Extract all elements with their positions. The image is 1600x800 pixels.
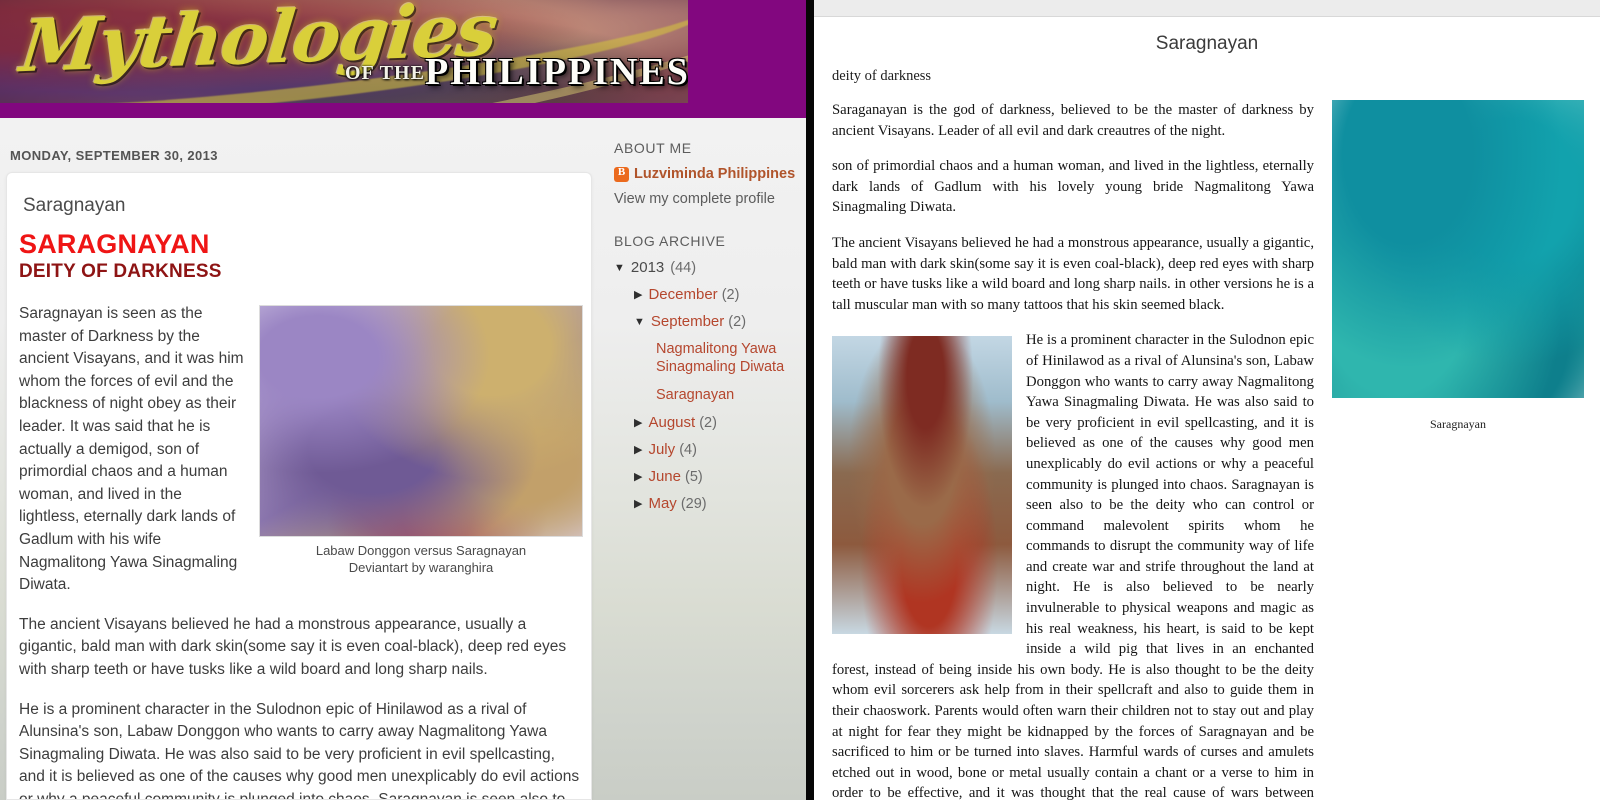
saragnayan-teal-warrior-image[interactable] <box>1332 100 1584 398</box>
author-row[interactable]: Luzviminda Philippines <box>614 166 800 182</box>
archive-month-label-september[interactable]: September <box>651 313 724 330</box>
blog-header-banner[interactable]: Mythologies OF THE PHILIPPINES <box>0 0 806 118</box>
chevron-right-icon-august[interactable]: ▶ <box>634 414 642 432</box>
archive-month-label-may[interactable]: May <box>648 495 676 512</box>
archive-month-count-december: (2) <box>721 287 740 303</box>
chevron-right-icon-may[interactable]: ▶ <box>634 495 642 513</box>
archive-month-count-july: (4) <box>679 442 697 458</box>
chevron-right-icon-july[interactable]: ▶ <box>634 441 642 459</box>
document-figure-right[interactable]: Saragnayan <box>1332 100 1584 435</box>
blogger-b-icon <box>614 166 629 182</box>
archive-year-count: (44) <box>670 260 697 276</box>
document-lower-block: He is a prominent character in the Sulod… <box>832 330 1314 800</box>
chevron-right-icon[interactable]: ▶ <box>634 286 642 304</box>
post-subheading: DEITY OF DARKNESS <box>19 261 222 282</box>
post-paragraph-3: He is a prominent character in the Sulod… <box>19 700 580 800</box>
document-body: Saragnayan deity of darkness Saragnayan … <box>814 18 1600 800</box>
archive-item-august[interactable]: ▶ August (2) <box>614 414 800 432</box>
archive-item-september[interactable]: ▼ September (2) <box>614 313 800 331</box>
document-subtitle: deity of darkness <box>832 68 932 84</box>
post-heading: SARAGNAYAN <box>19 229 210 259</box>
chevron-down-icon-september[interactable]: ▼ <box>634 313 645 331</box>
about-me-heading: ABOUT ME <box>614 140 692 156</box>
post-figure[interactable]: Labaw Donggon versus Saragnayan Devianta… <box>259 305 583 576</box>
document-panel: Saragnayan deity of darkness Saragnayan … <box>814 0 1600 800</box>
blog-archive-heading: BLOG ARCHIVE <box>614 233 726 249</box>
archive-month-label-december[interactable]: December <box>648 286 717 303</box>
document-figure-left[interactable] <box>832 336 1012 635</box>
view-profile-link[interactable]: View my complete profile <box>614 191 800 207</box>
post-card: Saragnayan SARAGNAYAN DEITY OF DARKNESS … <box>6 172 592 800</box>
archive-item-may[interactable]: ▶ May (29) <box>614 495 800 513</box>
blog-panel: Mythologies OF THE PHILIPPINES MONDAY, S… <box>0 0 806 800</box>
document-topbar <box>814 0 1600 17</box>
post-figure-caption: Labaw Donggon versus Saragnayan Devianta… <box>259 537 583 576</box>
archive-item-year[interactable]: ▼ 2013 (44) <box>614 259 800 277</box>
archive-item-june[interactable]: ▶ June (5) <box>614 468 800 486</box>
archive-month-count-september: (2) <box>728 314 747 330</box>
archive-year-label: 2013 <box>630 259 665 276</box>
banner-philippines-text: PHILIPPINES <box>425 51 688 93</box>
chevron-right-icon-june[interactable]: ▶ <box>634 468 642 486</box>
archive-item-december[interactable]: ▶ December (2) <box>614 286 800 304</box>
archive-month-label-august[interactable]: August <box>648 414 695 431</box>
document-title: Saragnayan <box>1155 33 1259 54</box>
archive-month-count-june: (5) <box>685 469 703 485</box>
archive-post-link-nagmalitong[interactable]: Nagmalitong Yawa Sinagmaling Diwata <box>614 340 800 376</box>
banner-collage-image: Mythologies OF THE PHILIPPINES <box>0 0 688 103</box>
banner-of-the-text: OF THE <box>345 62 425 84</box>
post-paragraph-2: The ancient Visayans believed he had a m… <box>19 615 567 678</box>
archive-item-july[interactable]: ▶ July (4) <box>614 441 800 459</box>
labaw-donggon-versus-saragnayan-image[interactable] <box>259 305 583 537</box>
post-label[interactable]: Saragnayan <box>23 195 125 217</box>
archive-post-link-saragnayan[interactable]: Saragnayan <box>614 386 800 404</box>
document-text-column: Saragnayan Saraganayan is the god of dar… <box>832 100 1584 800</box>
screenshot-root: Mythologies OF THE PHILIPPINES MONDAY, S… <box>0 0 1600 800</box>
archive-month-label-june[interactable]: June <box>648 468 681 485</box>
blog-sidebar: ABOUT ME Luzviminda Philippines View my … <box>614 140 800 522</box>
document-figure-right-caption: Saragnayan <box>1430 417 1486 431</box>
archive-month-count-august: (2) <box>699 415 717 431</box>
post-figure-caption-line2: Deviantart by waranghira <box>348 560 494 575</box>
archive-month-count-may: (29) <box>680 496 707 512</box>
archive-list: ▼ 2013 (44) ▶ December (2) ▼ September (… <box>614 259 800 513</box>
visayan-warrior-photo-image[interactable] <box>832 336 1012 635</box>
panel-divider <box>806 0 814 800</box>
archive-month-label-july[interactable]: July <box>648 441 675 458</box>
post-date: MONDAY, SEPTEMBER 30, 2013 <box>10 148 218 163</box>
chevron-down-icon[interactable]: ▼ <box>614 259 625 277</box>
author-name[interactable]: Luzviminda Philippines <box>634 166 795 182</box>
post-body: Labaw Donggon versus Saragnayan Devianta… <box>19 303 583 800</box>
post-figure-caption-line1: Labaw Donggon versus Saragnayan <box>315 543 527 558</box>
